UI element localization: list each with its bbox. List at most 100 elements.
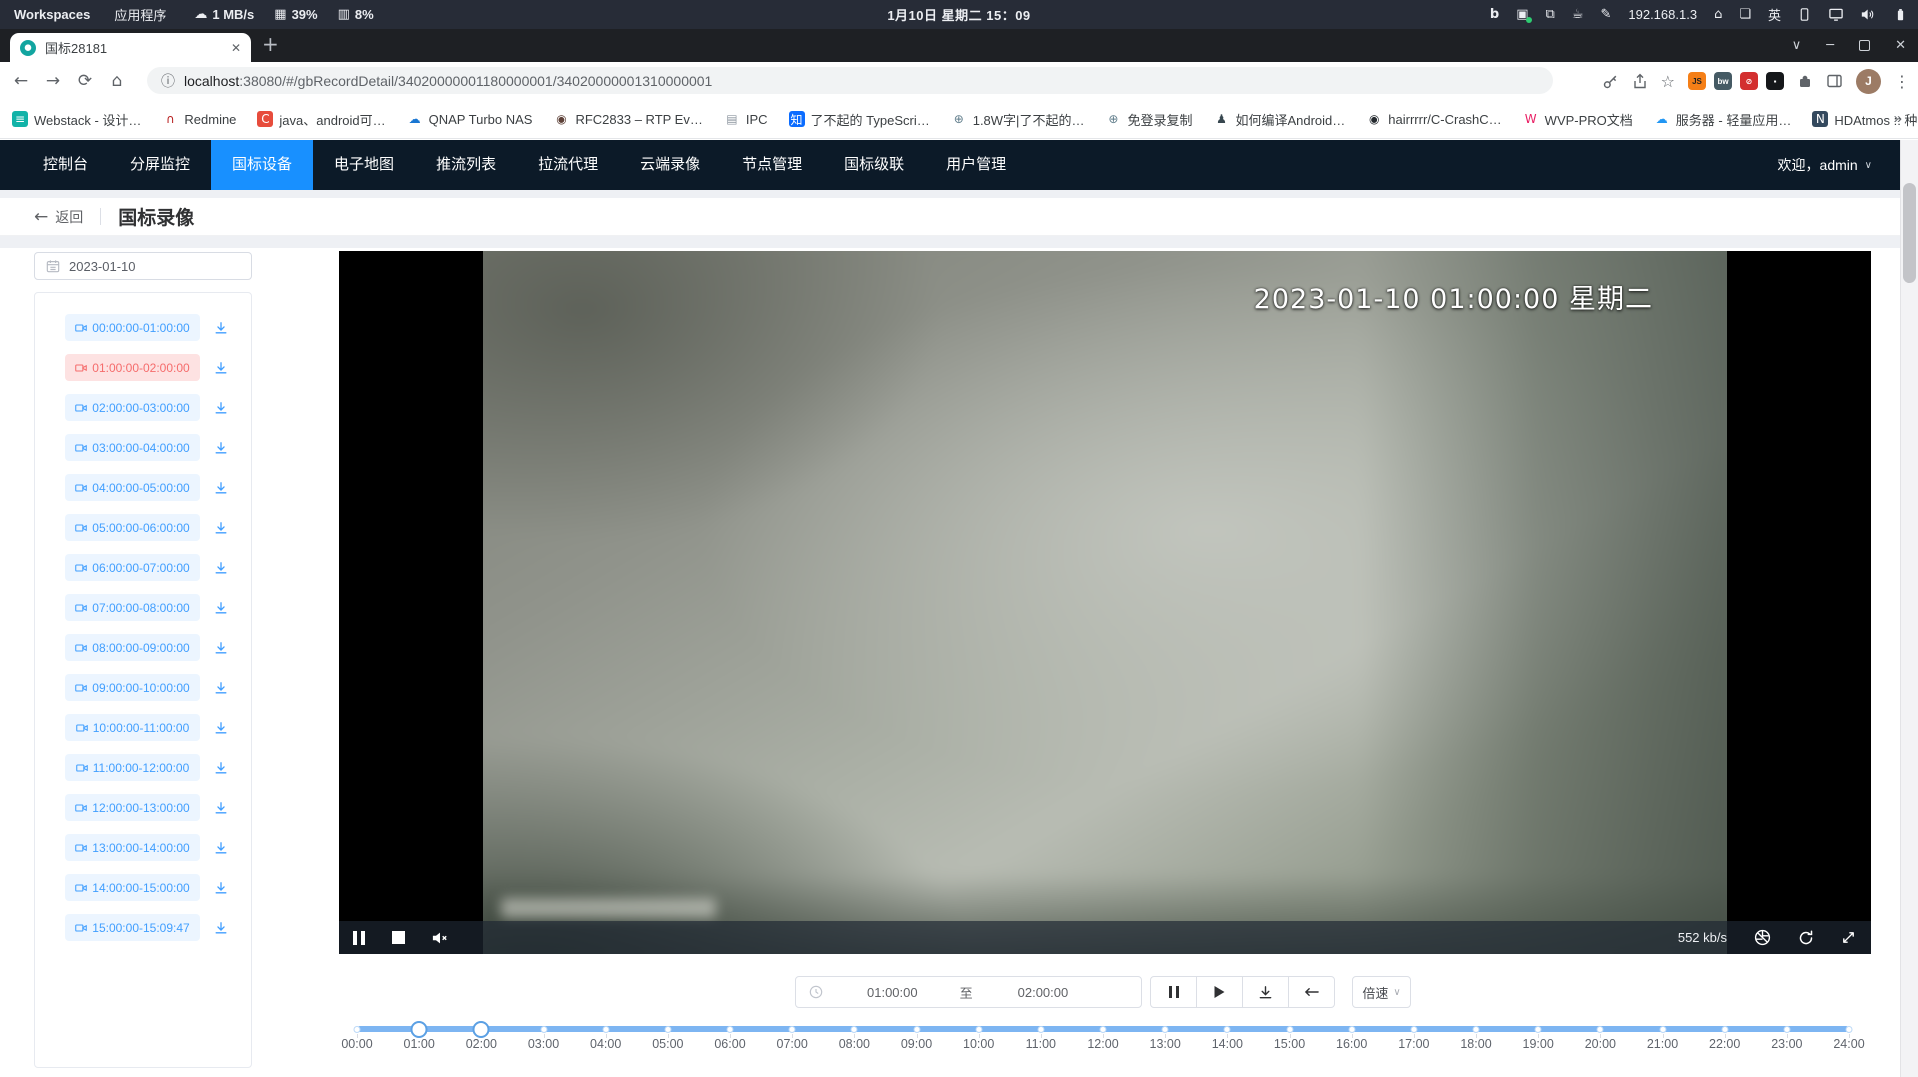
back-icon[interactable]: ← xyxy=(6,62,36,100)
download-icon[interactable] xyxy=(214,921,228,935)
recording-clip-button[interactable]: 09:00:00-10:00:00 xyxy=(65,674,200,701)
refresh-icon[interactable] xyxy=(1798,930,1814,946)
nav-tab[interactable]: 拉流代理 xyxy=(517,140,619,190)
scrollbar-thumb[interactable] xyxy=(1903,183,1916,283)
volume-icon[interactable] xyxy=(1861,8,1876,21)
speed-dropdown[interactable]: 倍速 ∨ xyxy=(1352,976,1411,1008)
recording-clip-button[interactable]: 10:00:00-11:00:00 xyxy=(65,714,200,741)
pen-tool-icon[interactable]: ✎ xyxy=(1600,7,1611,22)
end-time-value[interactable]: 02:00:00 xyxy=(1018,985,1069,1000)
recording-clip-button[interactable]: 15:00:00-15:09:47 xyxy=(65,914,200,941)
bookmarks-overflow-icon[interactable]: » xyxy=(1894,110,1902,127)
player-stop-icon[interactable] xyxy=(365,931,405,944)
download-icon[interactable] xyxy=(214,641,228,655)
recording-clip-button[interactable]: 04:00:00-05:00:00 xyxy=(65,474,200,501)
bookmark-item[interactable]: ∩ Redmine xyxy=(162,111,236,127)
download-icon[interactable] xyxy=(214,721,228,735)
bookmark-item[interactable]: ♟ 如何编译Android… xyxy=(1213,110,1345,129)
new-tab-button[interactable]: + xyxy=(262,32,279,56)
bookmark-item[interactable]: C java、android可… xyxy=(257,110,385,129)
window-minimize-icon[interactable]: ─ xyxy=(1826,38,1834,53)
recording-clip-button[interactable]: 00:00:00-01:00:00 xyxy=(65,314,200,341)
download-icon[interactable] xyxy=(214,801,228,815)
download-icon[interactable] xyxy=(214,681,228,695)
download-icon[interactable] xyxy=(214,601,228,615)
window-maximize-icon[interactable] xyxy=(1859,40,1870,51)
fullscreen-icon[interactable] xyxy=(1841,930,1856,945)
date-picker-input[interactable]: 2023-01-10 xyxy=(34,252,252,280)
back-arrow-icon[interactable]: ← xyxy=(34,207,48,227)
bookmark-star-icon[interactable]: ☆ xyxy=(1661,72,1675,91)
download-icon[interactable] xyxy=(214,361,228,375)
profile-avatar[interactable]: J xyxy=(1856,69,1881,94)
recording-clip-button[interactable]: 03:00:00-04:00:00 xyxy=(65,434,200,461)
extensions-puzzle-icon[interactable] xyxy=(1797,73,1813,89)
input-language-indicator[interactable]: 英 xyxy=(1768,5,1781,24)
page-scrollbar[interactable] xyxy=(1900,140,1918,1077)
window-close-icon[interactable]: ✕ xyxy=(1895,38,1906,53)
password-key-icon[interactable] xyxy=(1602,73,1619,90)
download-icon[interactable] xyxy=(214,761,228,775)
download-icon[interactable] xyxy=(214,841,228,855)
share-icon[interactable] xyxy=(1632,73,1648,89)
nav-tab[interactable]: 电子地图 xyxy=(313,140,415,190)
recording-clip-button[interactable]: 08:00:00-09:00:00 xyxy=(65,634,200,661)
player-mute-icon[interactable] xyxy=(432,931,448,945)
workspaces-button[interactable]: Workspaces xyxy=(14,7,90,22)
bookmark-item[interactable]: W WVP-PRO文档 xyxy=(1523,110,1633,129)
download-icon[interactable] xyxy=(214,441,228,455)
back-button[interactable]: 返回 xyxy=(55,207,83,227)
app-indicator-icon[interactable]: ▣ xyxy=(1516,7,1528,22)
time-range-input[interactable]: 01:00:00 至 02:00:00 xyxy=(795,976,1142,1008)
recording-clip-button[interactable]: 01:00:00-02:00:00 xyxy=(65,354,200,381)
timeline-handle[interactable] xyxy=(473,1021,490,1038)
play-button[interactable] xyxy=(1196,976,1243,1008)
timeline-handle[interactable] xyxy=(411,1021,428,1038)
nav-tab[interactable]: 节点管理 xyxy=(721,140,823,190)
nav-tab[interactable]: 用户管理 xyxy=(925,140,1027,190)
download-icon[interactable] xyxy=(214,321,228,335)
home-icon[interactable]: ⌂ xyxy=(1714,7,1722,22)
nav-tab[interactable]: 国标级联 xyxy=(823,140,925,190)
snapshot-aperture-icon[interactable] xyxy=(1754,929,1771,946)
recording-clip-button[interactable]: 05:00:00-06:00:00 xyxy=(65,514,200,541)
recording-clip-button[interactable]: 07:00:00-08:00:00 xyxy=(65,594,200,621)
battery-icon[interactable] xyxy=(1893,8,1908,22)
bookmark-item[interactable]: N HDAtmos :: 种子 *… xyxy=(1812,110,1918,129)
tab-close-icon[interactable]: ✕ xyxy=(231,41,241,55)
nav-tab[interactable]: 控制台 xyxy=(22,140,109,190)
applications-menu[interactable]: 应用程序 xyxy=(114,5,166,24)
clock[interactable]: 1月10日 星期二 15：09 xyxy=(887,5,1030,24)
recording-clip-button[interactable]: 14:00:00-15:00:00 xyxy=(65,874,200,901)
forward-icon[interactable]: → xyxy=(38,62,68,100)
home-button-icon[interactable]: ⌂ xyxy=(102,62,132,100)
bing-tray-icon[interactable]: b xyxy=(1490,7,1499,22)
bookmark-item[interactable]: ▤ IPC xyxy=(724,111,768,127)
download-icon[interactable] xyxy=(214,881,228,895)
site-info-icon[interactable]: ⓘ xyxy=(161,71,175,91)
side-panel-icon[interactable] xyxy=(1826,73,1843,89)
bookmark-item[interactable]: ◉ hairrrrr/C-CrashC… xyxy=(1366,111,1501,127)
extension-icon[interactable]: ⊘ xyxy=(1740,72,1758,90)
extension-icon[interactable]: ▪ xyxy=(1766,72,1784,90)
start-time-value[interactable]: 01:00:00 xyxy=(867,985,918,1000)
bookmark-item[interactable]: ⊕ 免登录复制 xyxy=(1105,110,1192,129)
recording-clip-button[interactable]: 06:00:00-07:00:00 xyxy=(65,554,200,581)
nav-tab[interactable]: 推流列表 xyxy=(415,140,517,190)
download-icon[interactable] xyxy=(214,561,228,575)
bookmark-item[interactable]: ☁ 服务器 - 轻量应用… xyxy=(1654,110,1792,129)
recording-clip-button[interactable]: 12:00:00-13:00:00 xyxy=(65,794,200,821)
recording-clip-button[interactable]: 11:00:00-12:00:00 xyxy=(65,754,200,781)
coffee-icon[interactable]: ☕ xyxy=(1572,7,1584,22)
nav-tab[interactable]: 分屏监控 xyxy=(109,140,211,190)
recording-clip-button[interactable]: 13:00:00-14:00:00 xyxy=(65,834,200,861)
reload-icon[interactable]: ⟳ xyxy=(70,62,100,100)
url-bar[interactable]: ⓘ localhost:38080/#/gbRecordDetail/34020… xyxy=(147,67,1553,94)
ip-address[interactable]: 192.168.1.3 xyxy=(1628,7,1697,22)
seek-back-button[interactable] xyxy=(1288,976,1335,1008)
user-menu[interactable]: 欢迎，admin ∨ xyxy=(1778,155,1900,175)
phone-link-icon[interactable] xyxy=(1798,7,1811,22)
workspaces-overview-icon[interactable]: ❏ xyxy=(1739,7,1751,22)
display-icon[interactable] xyxy=(1828,7,1844,22)
video-player[interactable]: 2023-01-10 01:00:00 星期二 552 kb/s xyxy=(339,251,1871,954)
